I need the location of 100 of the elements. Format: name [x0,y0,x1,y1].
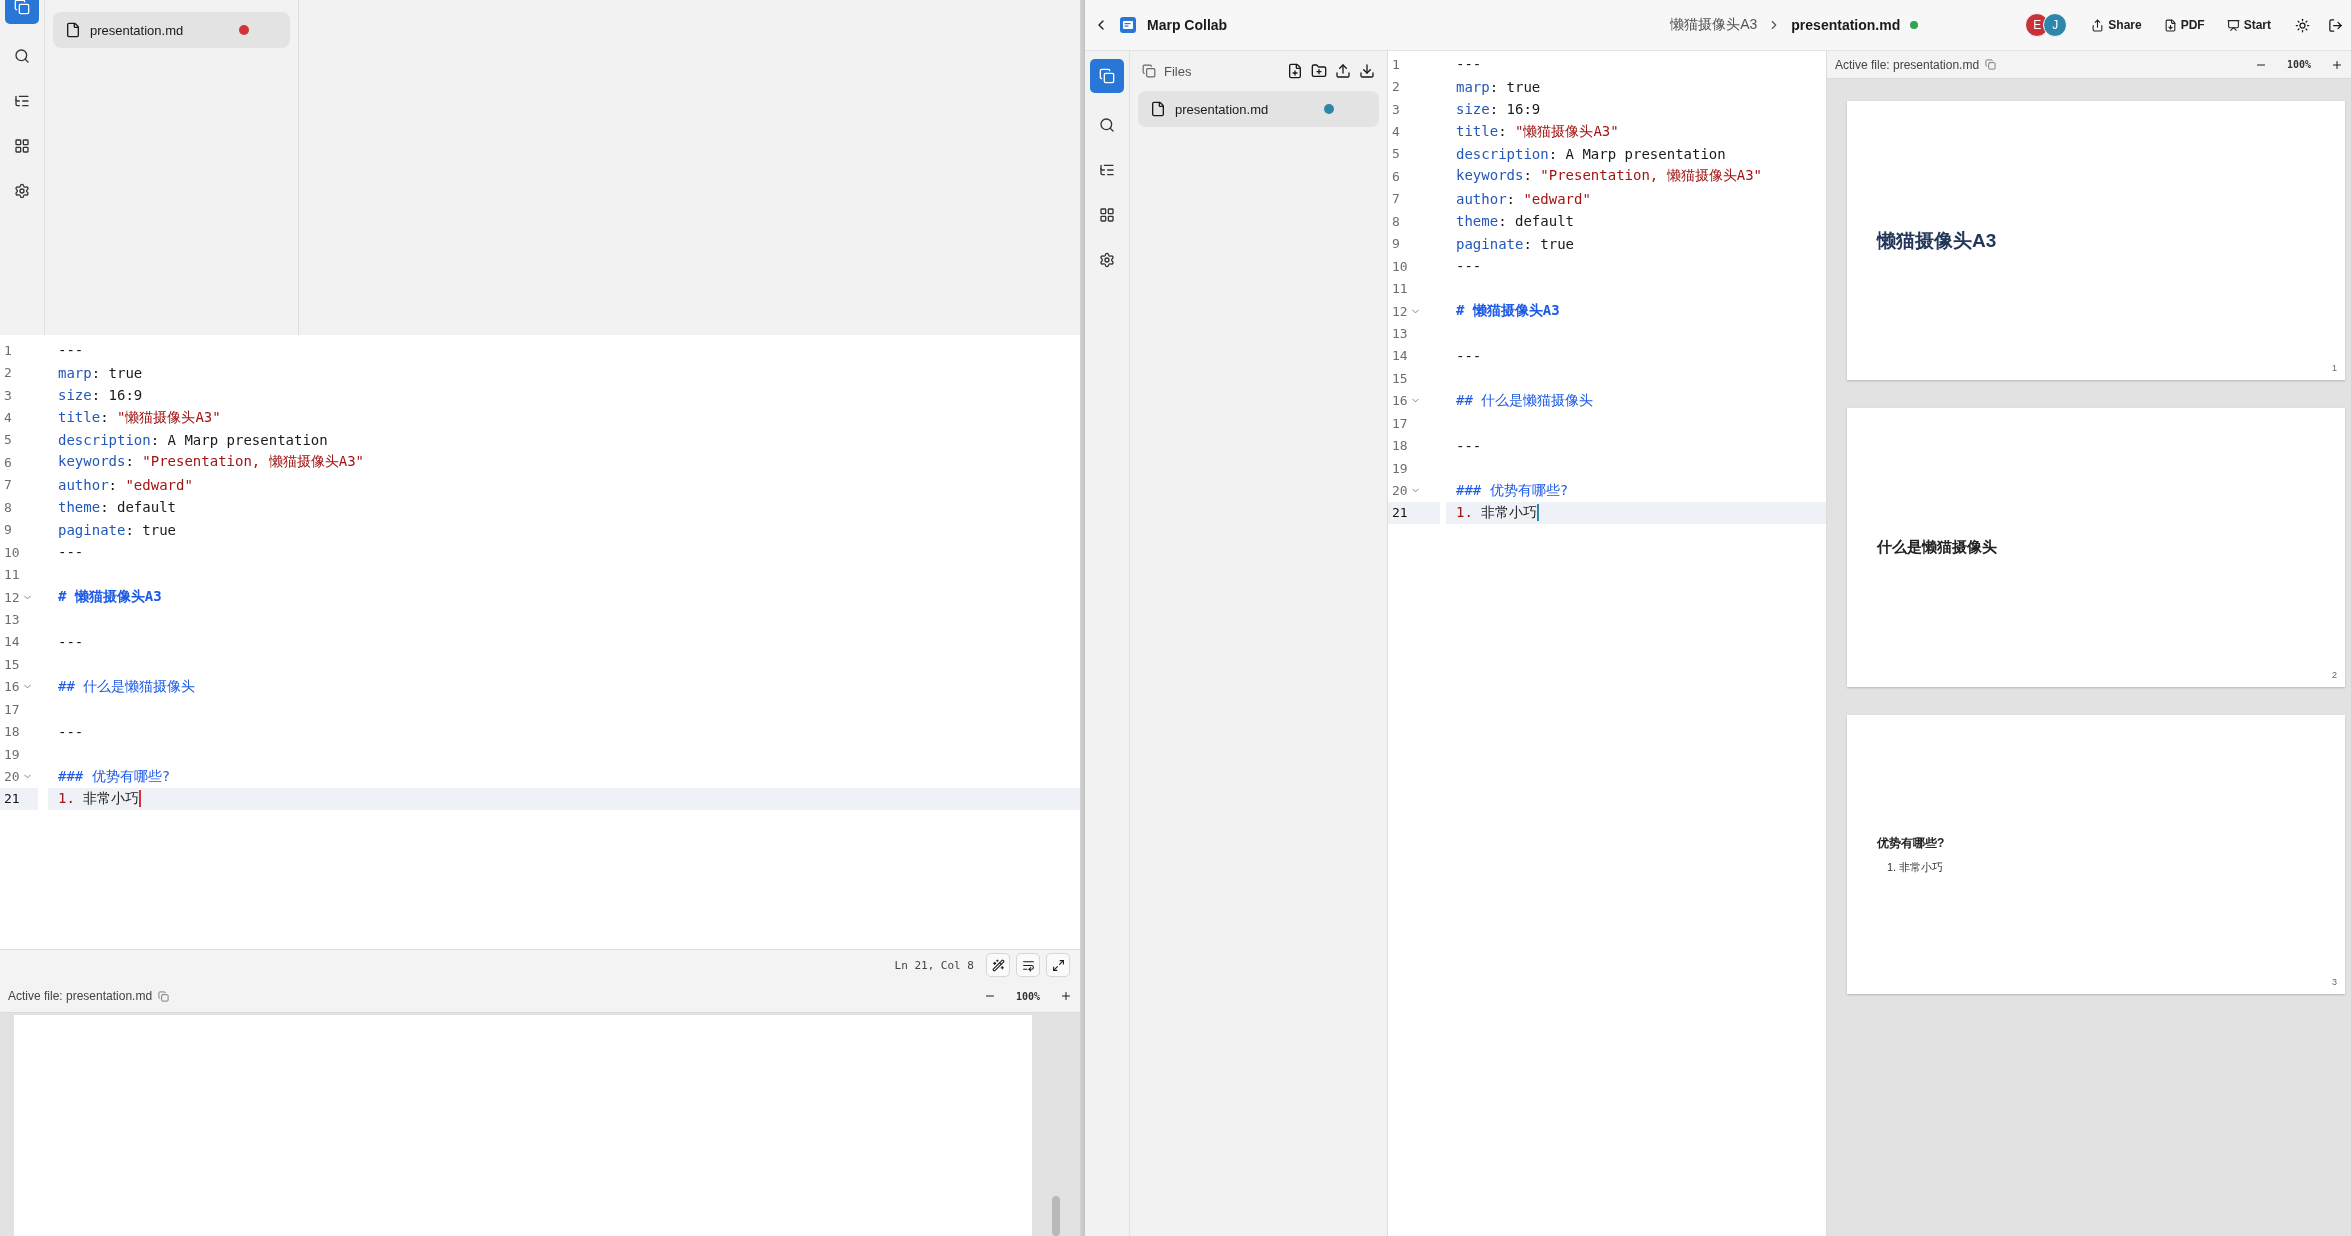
file-item[interactable]: presentation.md [1138,91,1379,127]
line-number: 21 [4,791,20,807]
slide-title: 什么是懒猫摄像头 [1877,538,1998,557]
line-number: 2 [1392,79,1400,95]
line-number: 11 [4,567,20,583]
line-number: 6 [1392,168,1400,184]
line-number: 6 [4,454,12,470]
code-line: --- [1456,56,1482,73]
code-line: title: "懒猫摄像头A3" [58,408,221,427]
expand-button[interactable] [1046,953,1070,977]
code-line: 1. 非常小巧 [1456,503,1538,522]
status-dot [1910,21,1919,29]
file-icon [65,22,81,38]
line-number: 3 [4,387,12,403]
line-number: 9 [1392,236,1400,252]
line-number: 12 [4,589,20,605]
code-line: marp: true [1456,78,1541,95]
slide-number: 3 [2332,977,2337,987]
line-number: 16 [1392,393,1408,409]
cursor-position: Ln 21, Col 8 [894,958,974,972]
code-line: description: A Marp presentation [58,431,328,448]
pdf-button[interactable]: PDF [2157,14,2211,36]
files-tab[interactable] [5,0,39,24]
line-number: 18 [4,724,20,740]
line-number: 17 [1392,415,1408,431]
slide-thumbnail[interactable]: 优势有哪些? 1. 非常小巧 3 [1847,715,2345,994]
files-tab[interactable] [1090,59,1124,93]
zoom-in-icon[interactable] [1060,990,1072,1002]
panel-title: Files [1164,63,1193,79]
code-line: paginate: true [1456,235,1574,252]
active-file-label: Active file: presentation.md [8,989,153,1003]
line-number: 4 [4,410,12,426]
slide-thumbnail[interactable]: 什么是懒猫摄像头 2 [1847,408,2345,687]
copy-icon[interactable] [1985,59,1997,70]
scrollbar-thumb[interactable] [1052,1196,1060,1236]
code-line: ## 什么是懒猫摄像头 [58,677,196,696]
slide-title: 优势有哪些? [1877,834,1946,852]
logout-icon[interactable] [2328,17,2343,33]
slide-list-item: 1. 非常小巧 [1886,859,1945,875]
line-number: 15 [1392,370,1408,386]
code-line: --- [58,342,84,359]
code-line: author: "edward" [1456,190,1591,207]
code-line: theme: default [1456,213,1574,230]
user-avatar[interactable]: J [2043,13,2068,37]
magic-wand-icon [991,958,1005,972]
line-number: 5 [4,432,12,448]
copy-icon[interactable] [158,990,170,1002]
new-folder-icon[interactable] [1311,63,1327,79]
line-number: 1 [1392,56,1400,72]
line-number: 7 [1392,191,1400,207]
share-icon [2091,18,2105,32]
text-cursor [139,790,142,808]
line-number: 13 [4,611,20,627]
slide-title: 懒猫摄像头A3 [1877,228,1998,253]
code-line: author: "edward" [58,476,193,493]
app-logo [1119,16,1137,34]
code-line: 1. 非常小巧 [58,789,140,808]
code-line: --- [1456,347,1482,364]
start-button[interactable]: Start [2220,14,2277,36]
line-number: 4 [1392,124,1400,140]
line-number: 16 [4,679,20,695]
line-number: 19 [1392,460,1408,476]
code-line: --- [58,633,84,650]
wrap-text-button[interactable] [1016,953,1040,977]
zoom-in-icon[interactable] [2331,58,2343,71]
code-line: size: 16:9 [58,387,143,404]
line-number: 1 [4,342,12,358]
slide-thumbnail[interactable]: 懒猫摄像头A3 1 [1847,101,2345,380]
text-cursor [1537,504,1540,522]
line-number: 10 [1392,258,1408,274]
zoom-level: 100% [2286,59,2311,70]
active-file-label: Active file: presentation.md [1835,57,1980,72]
line-number: 9 [4,522,12,538]
zoom-level: 100% [1015,990,1040,1002]
pdf-icon [2163,18,2177,32]
files-icon [1142,64,1156,78]
code-line: theme: default [58,499,176,516]
theme-toggle-icon[interactable] [2295,17,2310,33]
line-number: 2 [4,365,12,381]
new-file-icon[interactable] [1287,63,1303,79]
code-line: title: "懒猫摄像头A3" [1456,122,1619,141]
breadcrumb-folder[interactable]: 懒猫摄像头A3 [1670,16,1758,34]
magic-wand-button[interactable] [986,953,1010,977]
download-icon[interactable] [1359,63,1375,79]
copy-icon [14,0,30,15]
upload-icon[interactable] [1335,63,1351,79]
slide-number: 2 [2332,670,2337,680]
file-item[interactable]: presentation.md [53,12,290,48]
code-line: # 懒猫摄像头A3 [58,588,162,607]
code-line: marp: true [58,364,143,381]
code-line: ## 什么是懒猫摄像头 [1456,391,1594,410]
expand-icon [1051,958,1065,972]
copy-icon [1099,68,1115,84]
code-line: --- [1456,437,1482,454]
share-button[interactable]: Share [2085,14,2148,36]
code-line: --- [58,723,84,740]
code-line: ### 优势有哪些? [58,767,171,786]
line-number: 3 [1392,101,1400,117]
code-line: # 懒猫摄像头A3 [1456,302,1560,321]
code-line: size: 16:9 [1456,101,1541,118]
